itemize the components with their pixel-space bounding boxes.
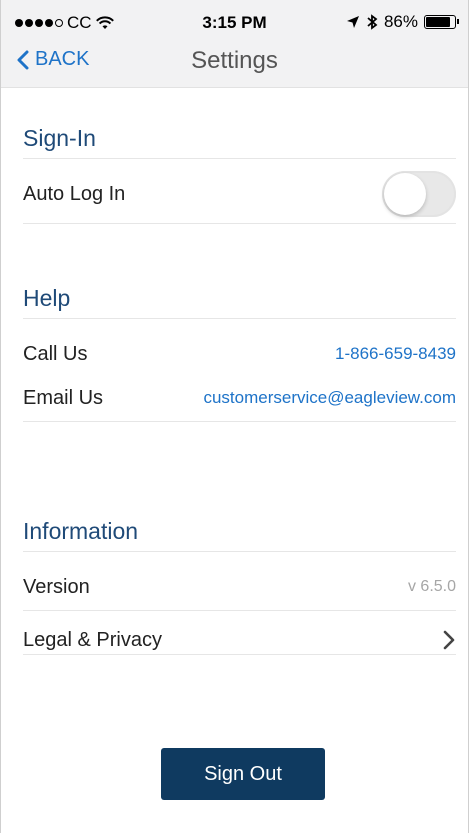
phone-link[interactable]: 1-866-659-8439 [335,344,456,364]
email-link[interactable]: customerservice@eagleview.com [203,388,456,408]
version-value: v 6.5.0 [407,578,456,595]
auto-login-toggle[interactable] [382,171,456,217]
divider [23,318,456,319]
section-title-information: Information [23,518,139,544]
divider [23,610,456,611]
settings-screen: CC 3:15 PM 86% BACK Settings Sign-In Aut… [0,0,469,833]
top-bar: CC 3:15 PM 86% BACK Settings [1,0,468,88]
divider [23,158,456,159]
email-us-row: Email Us customerservice@eagleview.com [23,376,456,420]
auto-login-label: Auto Log In [23,182,126,205]
divider [23,654,456,655]
auto-login-row: Auto Log In [23,171,456,217]
chevron-right-icon [443,630,455,650]
call-us-row: Call Us 1-866-659-8439 [23,332,456,376]
location-arrow-icon [346,16,359,28]
bluetooth-icon [367,14,378,30]
battery-icon [424,15,459,29]
toggle-knob [384,173,426,215]
divider [23,551,456,552]
section-title-help: Help [23,285,71,311]
legal-privacy-row[interactable]: Legal & Privacy [23,618,456,662]
nav-bar: BACK Settings [1,40,468,84]
sign-out-button[interactable]: Sign Out [161,748,325,800]
version-label: Version [23,575,90,598]
status-bar: CC 3:15 PM 86% [1,0,468,40]
legal-privacy-label: Legal & Privacy [23,628,162,651]
divider [23,421,456,422]
version-row: Version v 6.5.0 [23,565,456,609]
page-title: Settings [191,47,278,74]
status-right: 86% [346,12,459,32]
battery-percent: 86% [383,12,418,31]
call-us-label: Call Us [23,342,88,365]
email-us-label: Email Us [23,386,104,409]
divider [23,223,456,224]
section-title-signin: Sign-In [23,125,96,151]
